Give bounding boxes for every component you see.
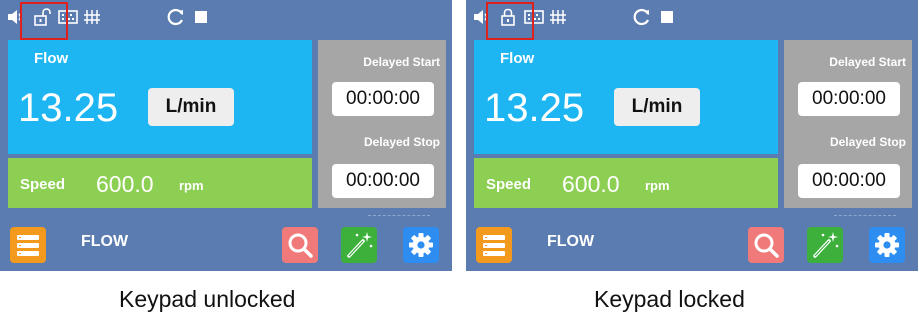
delay-panel: Delayed Start 00:00:00 Delayed Stop 00:0… bbox=[784, 40, 912, 208]
wizard-button[interactable] bbox=[807, 227, 843, 263]
search-button[interactable] bbox=[748, 227, 784, 263]
gear-icon bbox=[875, 233, 899, 257]
delayed-stop-label: Delayed Stop bbox=[363, 135, 440, 149]
flow-panel[interactable]: Flow 13.25 L/min bbox=[8, 40, 312, 154]
signal-bars-icon bbox=[83, 8, 101, 26]
flow-value: 13.25 bbox=[18, 86, 119, 130]
signal-bars-icon bbox=[549, 8, 567, 26]
stop-square-icon[interactable] bbox=[659, 8, 677, 26]
divider bbox=[834, 215, 896, 216]
pump-screen-unlocked: Flow 13.25 L/min Speed 600.0 rpm Delayed… bbox=[0, 0, 452, 271]
search-button[interactable] bbox=[282, 227, 318, 263]
flow-label: Flow bbox=[500, 50, 535, 67]
lock-highlight-box bbox=[20, 2, 68, 40]
lock-highlight-box bbox=[486, 2, 534, 40]
caption-unlocked: Keypad unlocked bbox=[119, 286, 296, 312]
mode-label: FLOW bbox=[81, 233, 129, 250]
magic-wand-icon bbox=[813, 232, 839, 258]
flow-panel[interactable]: Flow 13.25 L/min bbox=[474, 40, 778, 154]
flow-unit-button[interactable]: L/min bbox=[614, 88, 700, 126]
refresh-icon[interactable] bbox=[167, 8, 185, 26]
speed-unit: rpm bbox=[179, 178, 204, 193]
speed-panel[interactable]: Speed 600.0 rpm bbox=[8, 158, 312, 208]
settings-button[interactable] bbox=[403, 227, 439, 263]
wizard-button[interactable] bbox=[341, 227, 377, 263]
delayed-stop-field[interactable]: 00:00:00 bbox=[798, 164, 900, 198]
status-bar bbox=[0, 0, 452, 40]
menu-button[interactable] bbox=[476, 227, 512, 263]
menu-button[interactable] bbox=[10, 227, 46, 263]
delayed-stop-field[interactable]: 00:00:00 bbox=[332, 164, 434, 198]
speed-value: 600.0 bbox=[562, 171, 620, 197]
speed-value: 600.0 bbox=[96, 171, 154, 197]
speed-panel[interactable]: Speed 600.0 rpm bbox=[474, 158, 778, 208]
bottom-nav: FLOW bbox=[466, 221, 918, 271]
pump-screen-locked: Flow 13.25 L/min Speed 600.0 rpm Delayed… bbox=[466, 0, 918, 271]
flow-label: Flow bbox=[34, 50, 69, 67]
gear-icon bbox=[409, 233, 433, 257]
delay-panel: Delayed Start 00:00:00 Delayed Stop 00:0… bbox=[318, 40, 446, 208]
delayed-start-field[interactable]: 00:00:00 bbox=[332, 82, 434, 116]
menu-list-icon bbox=[17, 235, 39, 256]
search-icon bbox=[288, 233, 313, 258]
status-bar bbox=[466, 0, 918, 40]
menu-list-icon bbox=[483, 235, 505, 256]
stop-square-icon[interactable] bbox=[193, 8, 211, 26]
refresh-icon[interactable] bbox=[633, 8, 651, 26]
speed-label: Speed bbox=[486, 176, 532, 193]
delayed-start-label: Delayed Start bbox=[829, 55, 906, 69]
caption-locked: Keypad locked bbox=[594, 286, 745, 312]
settings-button[interactable] bbox=[869, 227, 905, 263]
flow-value: 13.25 bbox=[484, 86, 585, 130]
divider bbox=[368, 215, 430, 216]
delayed-start-field[interactable]: 00:00:00 bbox=[798, 82, 900, 116]
speed-label: Speed bbox=[20, 176, 66, 193]
delayed-start-label: Delayed Start bbox=[363, 55, 440, 69]
magic-wand-icon bbox=[347, 232, 373, 258]
delayed-stop-label: Delayed Stop bbox=[829, 135, 906, 149]
search-icon bbox=[754, 233, 779, 258]
speed-unit: rpm bbox=[645, 178, 670, 193]
flow-unit-button[interactable]: L/min bbox=[148, 88, 234, 126]
bottom-nav: FLOW bbox=[0, 221, 452, 271]
mode-label: FLOW bbox=[547, 233, 595, 250]
